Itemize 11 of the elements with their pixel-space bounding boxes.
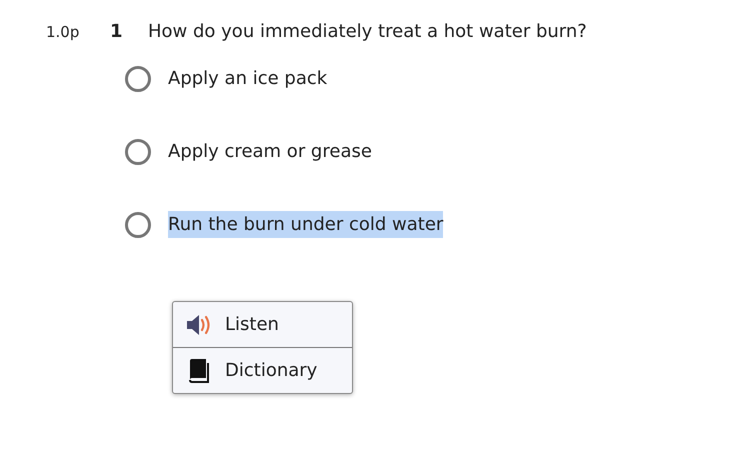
answer-option[interactable]: Apply cream or grease [168, 138, 372, 165]
radio-button[interactable] [125, 138, 151, 164]
answer-option[interactable]: Apply an ice pack [168, 65, 328, 92]
menu-item[interactable]: Listen [173, 302, 352, 347]
radio-button[interactable] [125, 66, 151, 92]
question-points: 1.0p [46, 23, 80, 41]
answer-option[interactable]: Run the burn under cold water [168, 211, 444, 238]
question-text: How do you immediately treat a hot water burn? [148, 21, 587, 42]
menu-item[interactable]: Dictionary [173, 347, 352, 393]
question-number: 1 [110, 21, 124, 42]
radio-button[interactable] [125, 212, 151, 238]
